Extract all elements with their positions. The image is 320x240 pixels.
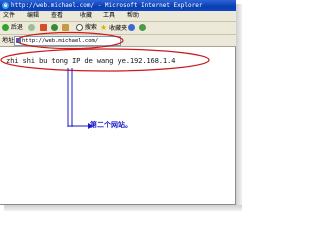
- address-highlight-ellipse: [16, 31, 124, 50]
- content-highlight-ellipse: [0, 48, 210, 72]
- annotation-overlay: [0, 31, 210, 129]
- pointer-arrowhead: [88, 123, 93, 129]
